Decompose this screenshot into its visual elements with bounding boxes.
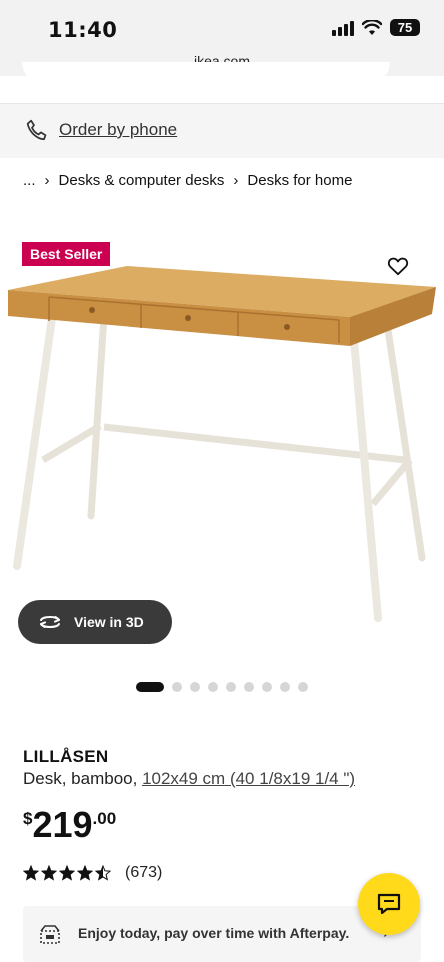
carousel-dot[interactable]	[298, 682, 308, 692]
wifi-icon	[362, 19, 382, 35]
battery-icon: 75	[390, 19, 420, 36]
carousel-dot[interactable]	[172, 682, 182, 692]
breadcrumb-item-desks-for-home[interactable]: Desks for home	[247, 172, 352, 189]
price-currency: $	[23, 809, 33, 828]
order-by-phone-bar[interactable]: Order by phone	[0, 103, 444, 158]
price-decimal: .00	[92, 809, 117, 828]
star-icon	[77, 865, 93, 881]
rating-stars	[23, 865, 111, 881]
product-name: LILLÅSEN	[23, 747, 109, 766]
breadcrumb: ... › Desks & computer desks › Desks for…	[23, 172, 352, 189]
heart-icon	[387, 257, 409, 276]
price-integer: 219	[32, 804, 93, 845]
order-by-phone-link[interactable]: Order by phone	[59, 120, 177, 140]
carousel-dot[interactable]	[208, 682, 218, 692]
carousel-dot[interactable]	[244, 682, 254, 692]
carousel-dot[interactable]	[226, 682, 236, 692]
carousel-dot[interactable]	[280, 682, 290, 692]
breadcrumb-separator: ›	[233, 172, 239, 189]
product-description: Desk, bamboo, 102x49 cm (40 1/8x19 1/4 "…	[23, 769, 355, 789]
view-in-3d-button[interactable]: View in 3D	[18, 600, 172, 644]
status-time: 11:40	[48, 18, 118, 42]
phone-icon	[26, 119, 47, 141]
signal-icon	[332, 20, 354, 36]
view-in-3d-label: View in 3D	[74, 614, 144, 630]
afterpay-box-icon	[40, 925, 60, 944]
star-icon	[41, 865, 57, 881]
carousel-dot[interactable]	[136, 682, 164, 692]
status-icons: 75	[332, 19, 420, 36]
breadcrumb-ellipsis[interactable]: ...	[23, 172, 36, 189]
product-rating[interactable]: (673)	[23, 864, 162, 882]
chat-icon	[377, 893, 401, 915]
breadcrumb-separator: ›	[44, 172, 50, 189]
star-icon	[59, 865, 75, 881]
carousel-dots[interactable]	[136, 682, 308, 692]
review-count[interactable]: (673)	[125, 864, 162, 882]
search-field-edge[interactable]	[22, 62, 390, 84]
carousel-dot[interactable]	[190, 682, 200, 692]
product-dimensions-link[interactable]: 102x49 cm (40 1/8x19 1/4 ")	[142, 769, 355, 788]
favorite-button[interactable]	[380, 248, 416, 284]
best-seller-badge: Best Seller	[22, 242, 111, 266]
product-price: $ 219 .00	[23, 807, 116, 843]
afterpay-text: Enjoy today, pay over time with Afterpay…	[78, 925, 350, 941]
carousel-dot[interactable]	[262, 682, 272, 692]
chat-button[interactable]	[358, 873, 420, 935]
star-icon	[23, 865, 39, 881]
star-icon	[95, 865, 111, 881]
rotate-3d-icon	[40, 616, 60, 628]
product-description-text: Desk, bamboo,	[23, 769, 143, 788]
breadcrumb-item-desks-computer-desks[interactable]: Desks & computer desks	[59, 172, 225, 189]
